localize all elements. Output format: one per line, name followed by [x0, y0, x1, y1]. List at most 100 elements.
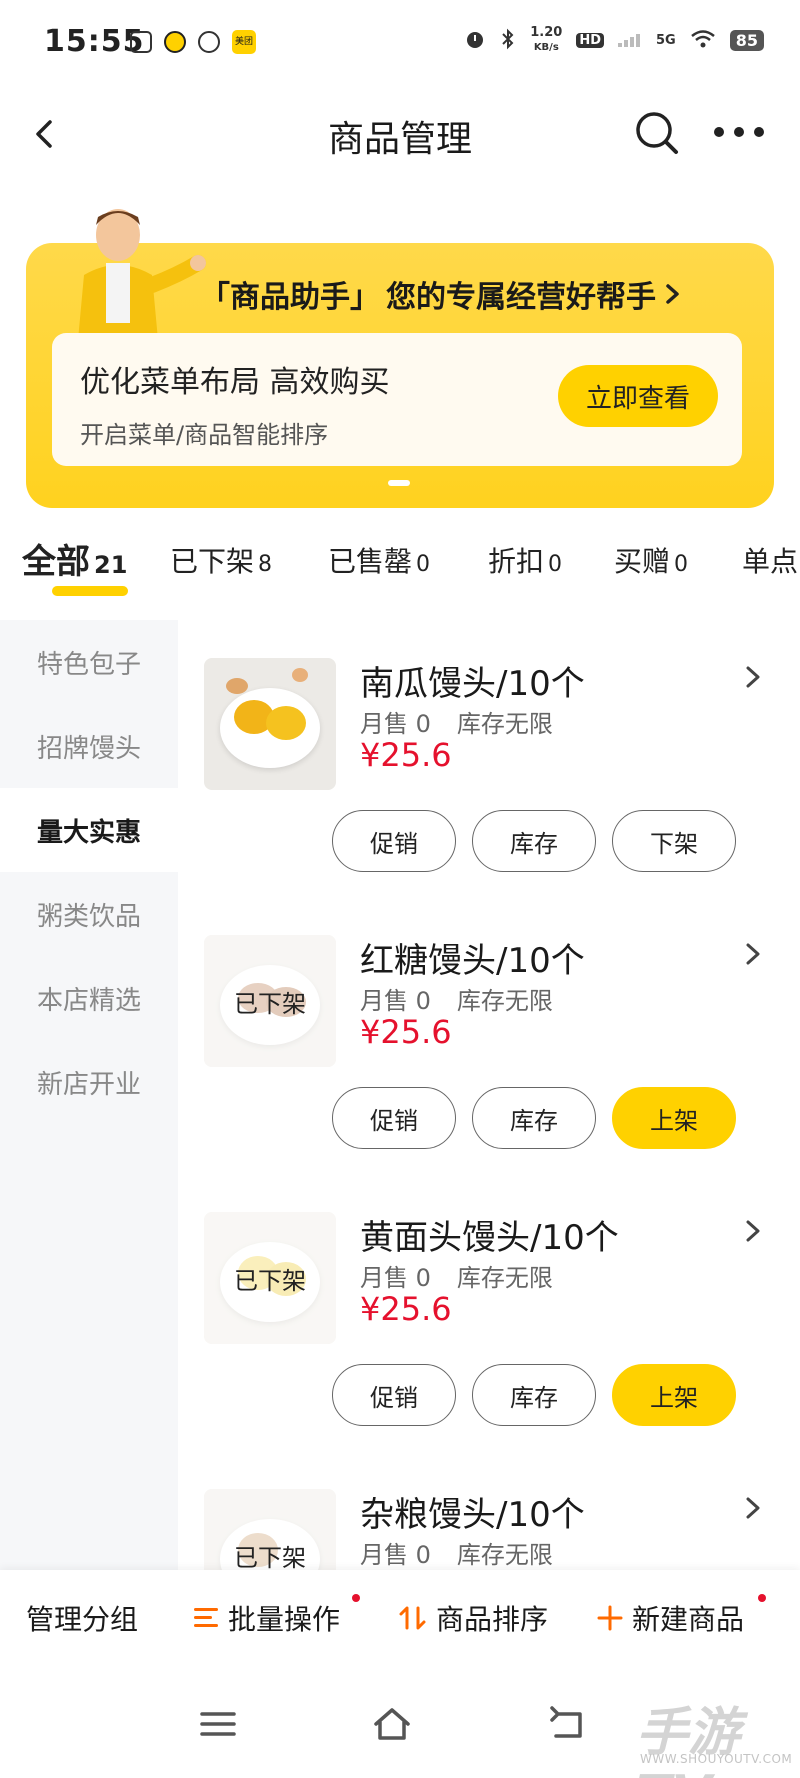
- chevron-right-icon: [666, 284, 679, 304]
- search-button[interactable]: [632, 108, 682, 158]
- product-image[interactable]: [204, 658, 336, 790]
- new-product-button[interactable]: 新建商品: [596, 1598, 744, 1638]
- chevron-right-icon[interactable]: [738, 939, 768, 969]
- monthly-sales: 月售 0: [360, 1264, 431, 1292]
- system-indicators: 1.20 KB/s HD 5G 85: [464, 26, 764, 55]
- product-name: 红糖馒头/10个: [360, 941, 585, 981]
- banner-headline[interactable]: 「商品助手」 您的专属经营好帮手: [200, 272, 684, 316]
- product-meta: 月售 0 库存无限: [360, 981, 553, 1016]
- chevron-right-icon[interactable]: [738, 1493, 768, 1523]
- put-on-shelf-button[interactable]: 上架: [612, 1087, 736, 1149]
- app-notification-icon: [164, 31, 186, 53]
- batch-operations-button[interactable]: 批量操作: [192, 1598, 340, 1638]
- monthly-sales: 月售 0: [360, 987, 431, 1015]
- product-card[interactable]: 已下架 杂粮馒头/10个 月售 0 库存无限: [178, 1451, 800, 1570]
- manage-groups-label: 管理分组: [26, 1603, 139, 1636]
- tab-label: 已下架: [170, 545, 255, 578]
- active-tab-indicator: [52, 586, 128, 596]
- category-item[interactable]: 粥类饮品: [0, 872, 178, 956]
- off-shelf-label: 已下架: [204, 1489, 336, 1570]
- stock-button[interactable]: 库存: [472, 1364, 596, 1426]
- view-now-button[interactable]: 立即查看: [558, 365, 718, 427]
- tab-buy-gift[interactable]: 买赠 0: [614, 540, 688, 580]
- category-item[interactable]: 本店精选: [0, 956, 178, 1040]
- tab-single-item[interactable]: 单点: [742, 540, 798, 580]
- status-bar: 15:55 美团 1.20 KB/s HD 5G 85: [0, 0, 800, 90]
- bluetooth-icon: [500, 28, 516, 54]
- promotion-button[interactable]: 促销: [332, 810, 456, 872]
- tab-off-shelf[interactable]: 已下架 8: [170, 540, 272, 580]
- home-icon[interactable]: [370, 1704, 414, 1744]
- more-options-button[interactable]: [714, 120, 770, 144]
- signal-icon: [618, 31, 642, 51]
- product-name: 黄面头馒头/10个: [360, 1218, 619, 1258]
- product-card[interactable]: 南瓜馒头/10个 月售 0 库存无限 ¥25.6 促销 库存 下架: [178, 620, 800, 900]
- stock-status: 库存无限: [456, 987, 553, 1015]
- product-meta: 月售 0 库存无限: [360, 704, 553, 739]
- category-sidebar: 特色包子 招牌馒头 量大实惠 粥类饮品 本店精选 新店开业: [0, 620, 178, 1570]
- bottom-action-bar: 管理分组 批量操作 商品排序 新建商品: [0, 1570, 800, 1674]
- camera-notification-icon: [198, 31, 220, 53]
- tab-discount[interactable]: 折扣 0: [488, 540, 562, 580]
- banner-brand: 「商品助手」: [200, 280, 380, 315]
- category-item[interactable]: 招牌馒头: [0, 704, 178, 788]
- more-dot-icon: [754, 127, 764, 137]
- alarm-icon: [464, 28, 486, 54]
- net-speed: 1.20 KB/s: [530, 26, 562, 55]
- product-card[interactable]: 已下架 黄面头馒头/10个 月售 0 库存无限 ¥25.6 促销 库存 上架: [178, 1174, 800, 1454]
- category-item-active[interactable]: 量大实惠: [0, 788, 178, 872]
- product-image[interactable]: 已下架: [204, 1489, 336, 1570]
- more-dot-icon: [734, 127, 744, 137]
- banner-page-indicator: [388, 480, 410, 486]
- put-on-shelf-button[interactable]: 上架: [612, 1364, 736, 1426]
- menu-icon[interactable]: [196, 1704, 240, 1744]
- tab-all[interactable]: 全部 21: [22, 534, 127, 583]
- mascot-illustration: [78, 209, 206, 340]
- sort-products-button[interactable]: 商品排序: [398, 1598, 548, 1638]
- stock-button[interactable]: 库存: [472, 1087, 596, 1149]
- stock-status: 库存无限: [456, 1541, 553, 1569]
- banner-card-title: 优化菜单布局 高效购买: [80, 365, 390, 400]
- product-name: 南瓜馒头/10个: [360, 664, 585, 704]
- more-dot-icon: [714, 127, 724, 137]
- category-item[interactable]: 特色包子: [0, 620, 178, 704]
- tab-count: 8: [258, 552, 273, 577]
- battery-indicator: 85: [729, 30, 764, 51]
- manage-groups-button[interactable]: 管理分组: [26, 1598, 138, 1638]
- new-product-label: 新建商品: [632, 1603, 745, 1636]
- tab-count: 21: [94, 551, 128, 579]
- tab-count: 0: [674, 552, 689, 577]
- tab-label: 折扣: [488, 545, 545, 578]
- promotion-button[interactable]: 促销: [332, 1364, 456, 1426]
- off-shelf-label: 已下架: [204, 1212, 336, 1344]
- notification-icons: 美团: [130, 30, 256, 54]
- take-off-shelf-button[interactable]: 下架: [612, 810, 736, 872]
- tab-label: 已售罄: [328, 545, 413, 578]
- product-card[interactable]: 已下架 红糖馒头/10个 月售 0 库存无限 ¥25.6 促销 库存 上架: [178, 897, 800, 1177]
- tab-sold-out[interactable]: 已售罄 0: [328, 540, 430, 580]
- promotion-button[interactable]: 促销: [332, 1087, 456, 1149]
- stock-button[interactable]: 库存: [472, 810, 596, 872]
- list-icon: [194, 1608, 218, 1627]
- product-meta: 月售 0 库存无限: [360, 1535, 553, 1570]
- product-price: ¥25.6: [360, 1290, 452, 1328]
- back-nav-icon[interactable]: [546, 1704, 590, 1744]
- plus-icon: [597, 1605, 623, 1631]
- product-list: 南瓜馒头/10个 月售 0 库存无限 ¥25.6 促销 库存 下架 已下架 红糖…: [178, 620, 800, 1570]
- egg-shape: [292, 668, 308, 682]
- product-meta: 月售 0 库存无限: [360, 1258, 553, 1293]
- stock-status: 库存无限: [456, 1264, 553, 1292]
- category-item[interactable]: 新店开业: [0, 1040, 178, 1124]
- chevron-right-icon[interactable]: [738, 1216, 768, 1246]
- tab-count: 0: [548, 552, 563, 577]
- egg-shape: [226, 678, 248, 694]
- watermark-url: WWW.SHOUYOUTV.COM: [640, 1752, 793, 1766]
- tab-count: 0: [416, 552, 431, 577]
- tab-label: 全部: [22, 542, 90, 582]
- product-image[interactable]: 已下架: [204, 935, 336, 1067]
- monthly-sales: 月售 0: [360, 710, 431, 738]
- chevron-right-icon[interactable]: [738, 662, 768, 692]
- app-header: 商品管理: [0, 90, 800, 180]
- tab-label: 单点: [742, 545, 799, 578]
- product-image[interactable]: 已下架: [204, 1212, 336, 1344]
